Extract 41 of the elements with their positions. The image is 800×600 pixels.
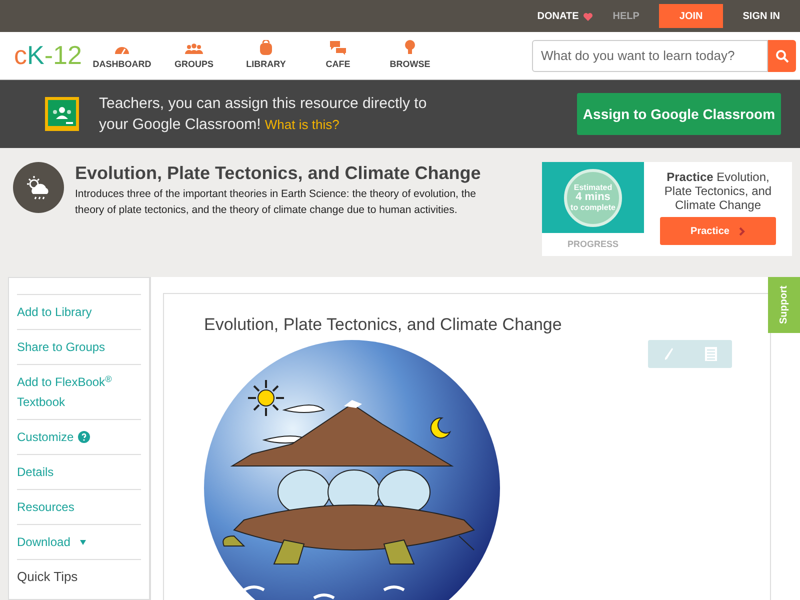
ck12-logo[interactable]: cK-12 bbox=[14, 36, 84, 75]
classroom-icon bbox=[44, 96, 80, 132]
sidebar-link[interactable]: Resources bbox=[17, 497, 74, 517]
nav-item[interactable]: GROUPS bbox=[158, 39, 230, 72]
search-field[interactable]: What do you want to learn today? bbox=[532, 40, 768, 72]
lesson-description: Introduces three of the important theories in Earth Science: the theory of evolution, the theory of plate tectonics, and the theory of climate change due to human activities. bbox=[75, 187, 477, 218]
nav-item[interactable]: LIBRARY bbox=[230, 39, 302, 72]
time-estimate: Estimated 4 mins to complete bbox=[564, 168, 622, 226]
heart-icon bbox=[582, 12, 593, 20]
progress-label: PROGRESS bbox=[566, 238, 620, 251]
nav-item[interactable]: BROWSE bbox=[374, 39, 446, 72]
top-link[interactable]: HELP bbox=[612, 8, 640, 24]
chat-icon bbox=[330, 41, 346, 56]
sidebar-link[interactable]: Customize bbox=[17, 427, 74, 447]
search-button[interactable] bbox=[768, 40, 796, 72]
support-tab[interactable]: Support bbox=[768, 277, 800, 333]
backpack-icon bbox=[259, 40, 273, 56]
nav-item[interactable]: DASHBOARD bbox=[86, 39, 158, 72]
sidebar-heading: Quick Tips bbox=[17, 568, 78, 586]
top-link[interactable]: SIGN IN bbox=[742, 8, 780, 24]
people-icon bbox=[185, 43, 203, 56]
sidebar-link[interactable]: Add to FlexBook$^{®}$ Textbook bbox=[17, 372, 141, 412]
search-icon bbox=[775, 48, 789, 62]
donate-link[interactable]: DONATE bbox=[537, 8, 593, 24]
lightbulb-icon bbox=[404, 39, 416, 56]
lesson-title: Evolution, Plate Tectonics, and Climate Change bbox=[75, 162, 482, 184]
what-is-this-link[interactable]: What is this? bbox=[264, 117, 340, 132]
chevron-right-icon bbox=[739, 226, 746, 236]
join-button[interactable]: JOIN bbox=[659, 4, 723, 28]
content-title: Evolution, Plate Tectonics, and Climate Change bbox=[204, 314, 563, 336]
sidebar-link[interactable]: Share to Groups bbox=[17, 337, 106, 357]
practice-button[interactable]: Practice bbox=[660, 217, 776, 245]
sidebar-link[interactable]: Details bbox=[17, 462, 54, 482]
nav-item[interactable]: CAFE bbox=[302, 39, 374, 72]
practice-title: Practice Evolution, Plate Tectonics, and Climate Change bbox=[663, 170, 773, 212]
caret-icon[interactable] bbox=[80, 540, 86, 544]
sidebar-link[interactable]: Download bbox=[17, 532, 70, 552]
help-icon[interactable] bbox=[78, 431, 90, 443]
banner-message: Teachers, you can assign this resource directly to your Google Classroom! What is this? bbox=[99, 94, 428, 135]
sidebar-link[interactable]: Add to Library bbox=[17, 302, 92, 322]
assign-button[interactable]: Assign to Google Classroom bbox=[577, 93, 781, 135]
